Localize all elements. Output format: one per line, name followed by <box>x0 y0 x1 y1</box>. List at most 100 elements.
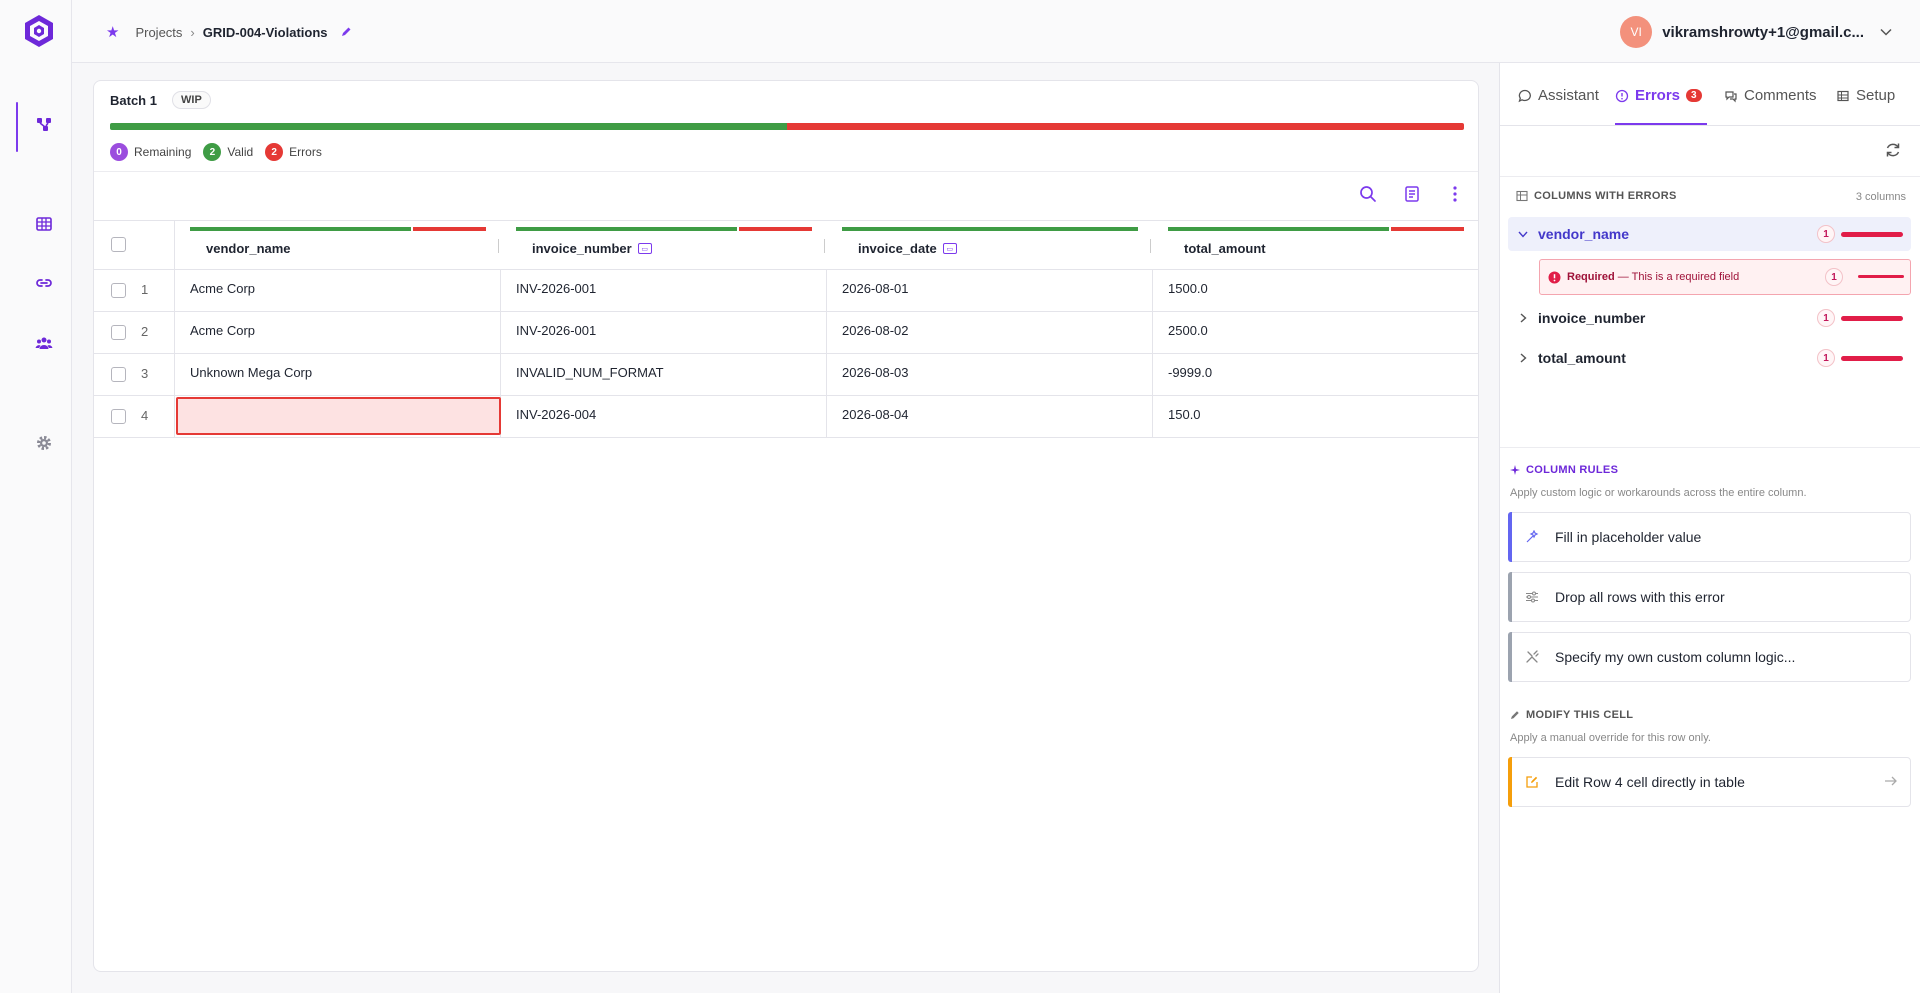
row-checkbox[interactable] <box>111 283 126 298</box>
column-list-icon[interactable] <box>1401 183 1423 205</box>
column-header-vendor-name[interactable]: vendor_name <box>174 221 500 269</box>
edit-cell-directly-button[interactable]: Edit Row 4 cell directly in table <box>1508 757 1911 807</box>
valid-count: 2 <box>203 143 222 161</box>
valid-label: Valid <box>227 145 254 159</box>
row-checkbox[interactable] <box>111 409 126 424</box>
progress-valid-segment <box>110 123 787 130</box>
cell-invoice-number[interactable]: INV-2026-001 <box>500 312 826 353</box>
column-resizer[interactable] <box>1150 239 1151 253</box>
required-error-item[interactable]: Required — This is a required field 1 <box>1539 259 1911 295</box>
cell-total-amount[interactable]: 1500.0 <box>1152 270 1478 311</box>
select-all-checkbox[interactable] <box>111 237 126 252</box>
row-checkbox[interactable] <box>111 325 126 340</box>
column-header-invoice-date[interactable]: invoice_date ▭ <box>826 221 1152 269</box>
column-header-total-amount[interactable]: total_amount <box>1152 221 1478 269</box>
user-email: vikramshrowty+1@gmail.c... <box>1662 23 1864 41</box>
modify-cell-title: MODIFY THIS CELL <box>1510 709 1633 721</box>
cell-vendor-name[interactable]: Acme Corp <box>174 270 500 311</box>
tools-icon <box>1523 648 1541 666</box>
error-column-vendor-name[interactable]: vendor_name 1 <box>1508 217 1911 251</box>
tab-errors[interactable]: Errors 3 <box>1615 87 1702 104</box>
error-count-badge: 1 <box>1817 309 1835 327</box>
cell-invoice-number[interactable]: INV-2026-004 <box>500 396 826 437</box>
rule-custom-logic[interactable]: Specify my own custom column logic... <box>1508 632 1911 682</box>
cell-total-amount[interactable]: 150.0 <box>1152 396 1478 437</box>
edit-cell-label: Edit Row 4 cell directly in table <box>1555 774 1745 790</box>
sliders-icon <box>1523 588 1541 606</box>
column-rules-subtitle: Apply custom logic or workarounds across… <box>1510 487 1807 499</box>
stat-valid: 2 Valid <box>203 143 253 161</box>
rule-drop-rows[interactable]: Drop all rows with this error <box>1508 572 1911 622</box>
remaining-label: Remaining <box>134 145 192 159</box>
cell-invoice-date[interactable]: 2026-08-03 <box>826 354 1152 395</box>
row-checkbox[interactable] <box>111 367 126 382</box>
rule-label: Fill in placeholder value <box>1555 529 1702 545</box>
cell-vendor-name-error[interactable] <box>176 397 501 435</box>
column-validity-bar <box>842 227 1138 231</box>
column-validity-bar <box>1168 227 1464 231</box>
breadcrumb-projects-link[interactable]: Projects <box>135 25 182 40</box>
tab-label: Errors <box>1635 87 1681 104</box>
table-row[interactable]: 1 Acme Corp INV-2026-001 2026-08-01 1500… <box>94 270 1478 312</box>
stat-remaining: 0 Remaining <box>110 143 191 161</box>
column-header-invoice-number[interactable]: invoice_number ▭ <box>500 221 826 269</box>
row-number: 4 <box>141 408 149 423</box>
refresh-icon[interactable] <box>1884 141 1902 162</box>
edit-pencil-icon[interactable] <box>340 26 352 38</box>
batch-stats: 0 Remaining 2 Valid 2 Errors <box>110 143 322 161</box>
magic-wand-icon <box>1523 528 1541 546</box>
tab-assistant[interactable]: Assistant <box>1518 87 1599 104</box>
cell-total-amount[interactable]: 2500.0 <box>1152 312 1478 353</box>
tab-label: Setup <box>1856 87 1896 104</box>
arrow-right-icon <box>1884 775 1898 787</box>
cell-vendor-name[interactable]: Acme Corp <box>174 312 500 353</box>
cell-total-amount[interactable]: -9999.0 <box>1152 354 1478 395</box>
table-row[interactable]: 3 Unknown Mega Corp INVALID_NUM_FORMAT 2… <box>94 354 1478 396</box>
table-body: 1 Acme Corp INV-2026-001 2026-08-01 1500… <box>94 270 1478 438</box>
cell-invoice-number[interactable]: INV-2026-001 <box>500 270 826 311</box>
active-tab-indicator <box>1615 123 1707 125</box>
error-count-badge: 1 <box>1825 268 1843 286</box>
column-rules-title: COLUMN RULES <box>1510 464 1618 476</box>
top-header: ★ Projects › GRID-004-Violations VI vikr… <box>72 0 1920 63</box>
table-row[interactable]: 2 Acme Corp INV-2026-001 2026-08-02 2500… <box>94 312 1478 354</box>
column-resizer[interactable] <box>498 239 499 253</box>
table-row[interactable]: 4 INV-2026-004 2026-08-04 150.0 <box>94 396 1478 438</box>
nav-link-icon[interactable] <box>33 272 55 294</box>
remaining-count: 0 <box>110 143 128 161</box>
nav-pipeline-icon[interactable] <box>33 113 55 135</box>
column-validity-bar <box>516 227 812 231</box>
status-badge: WIP <box>172 91 211 109</box>
rule-label: Specify my own custom column logic... <box>1555 649 1796 665</box>
nav-settings-gear-icon[interactable] <box>33 432 55 454</box>
chevron-right-icon <box>1520 353 1527 363</box>
chevron-right-icon <box>1520 313 1527 323</box>
nav-table-icon[interactable] <box>33 213 55 235</box>
error-column-total-amount[interactable]: total_amount 1 <box>1508 341 1911 375</box>
error-severity-bar <box>1841 315 1903 321</box>
cell-invoice-date[interactable]: 2026-08-01 <box>826 270 1152 311</box>
favorite-star-icon[interactable]: ★ <box>106 23 119 41</box>
cell-invoice-number[interactable]: INVALID_NUM_FORMAT <box>500 354 826 395</box>
rule-fill-placeholder[interactable]: Fill in placeholder value <box>1508 512 1911 562</box>
table-header: vendor_name invoice_number ▭ invoice_date… <box>94 220 1478 270</box>
tab-setup[interactable]: Setup <box>1836 87 1895 104</box>
cell-invoice-date[interactable]: 2026-08-02 <box>826 312 1152 353</box>
data-table: vendor_name invoice_number ▭ invoice_date… <box>94 220 1478 438</box>
cell-invoice-date[interactable]: 2026-08-04 <box>826 396 1152 437</box>
tab-comments[interactable]: Comments <box>1724 87 1817 104</box>
error-column-invoice-number[interactable]: invoice_number 1 <box>1508 301 1911 335</box>
column-resizer[interactable] <box>824 239 825 253</box>
column-header-label: vendor_name <box>206 241 291 256</box>
columns-with-errors-title: COLUMNS WITH ERRORS <box>1516 190 1677 202</box>
breadcrumb: ★ Projects › GRID-004-Violations <box>106 23 352 41</box>
column-header-label: invoice_number ▭ <box>532 241 652 256</box>
error-column-name: invoice_number <box>1538 310 1646 326</box>
more-options-icon[interactable] <box>1444 183 1466 205</box>
user-menu[interactable]: VI vikramshrowty+1@gmail.c... <box>1620 16 1892 48</box>
cell-vendor-name[interactable]: Unknown Mega Corp <box>174 354 500 395</box>
nav-team-icon[interactable] <box>33 332 55 354</box>
app-logo-icon[interactable] <box>23 14 55 48</box>
search-icon[interactable] <box>1357 183 1379 205</box>
error-severity-bar <box>1858 275 1904 278</box>
